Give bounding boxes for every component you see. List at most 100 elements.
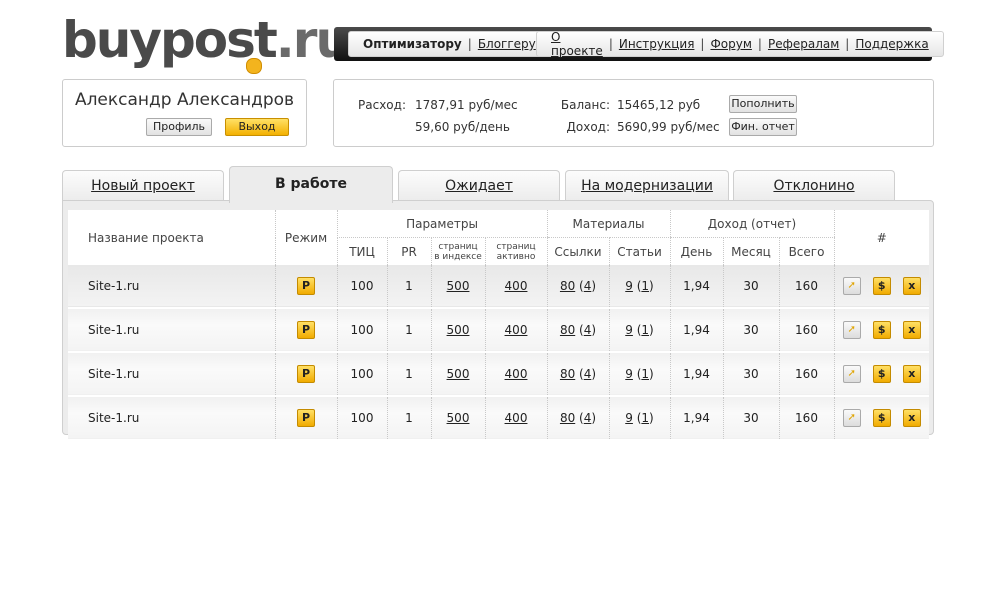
income-day-value: 1,94 [669, 308, 723, 352]
nav-separator: | [845, 37, 850, 51]
pages-active-link[interactable]: 400 [505, 323, 528, 337]
pages-indexed-link[interactable]: 500 [447, 279, 470, 293]
articles-link[interactable]: 9 [625, 411, 633, 425]
income-month-value: 30 [722, 308, 779, 352]
profile-button[interactable]: Профиль [146, 118, 212, 136]
articles-new-link[interactable]: 1 [641, 367, 649, 381]
mode-p-icon[interactable]: P [297, 321, 315, 339]
pages-active-link[interactable]: 400 [505, 279, 528, 293]
pages-indexed-link[interactable]: 500 [447, 367, 470, 381]
pages-indexed-link[interactable]: 500 [447, 411, 470, 425]
mode-p-icon[interactable]: P [297, 409, 315, 427]
nav-optimizer[interactable]: Оптимизатору [363, 37, 462, 51]
header-day: День [669, 237, 723, 265]
info-menu: О проекте | Инструкция | Форум | Реферал… [536, 30, 944, 58]
tab-label: Отклонино [773, 178, 855, 194]
close-icon[interactable]: x [902, 321, 921, 339]
links-link[interactable]: 80 [560, 323, 575, 337]
project-name[interactable]: Site-1.ru [68, 308, 275, 352]
user-name: Александр Александров [74, 90, 295, 110]
project-name[interactable]: Site-1.ru [68, 396, 275, 440]
table-row: Site-1.ru P 100 1 500 400 80 (4) 9 (1) 1… [68, 352, 929, 396]
dollar-icon[interactable]: $ [872, 277, 891, 295]
logo-text: buypost.ru [62, 11, 351, 69]
articles-new-link[interactable]: 1 [641, 411, 649, 425]
header-tic: ТИЦ [336, 237, 387, 265]
project-name[interactable]: Site-1.ru [68, 265, 275, 308]
links-new-link[interactable]: 4 [584, 411, 592, 425]
nav-support[interactable]: Поддержка [855, 37, 928, 51]
nav-forum[interactable]: Форум [710, 37, 751, 51]
cursor-icon[interactable]: ➚ [842, 365, 861, 383]
pages-indexed-value: 500 [430, 352, 485, 396]
nav-blogger[interactable]: Блоггеру [478, 37, 536, 51]
articles-value: 9 (1) [608, 265, 670, 308]
tab-new-project[interactable]: Новый проект [62, 170, 224, 201]
pr-value: 1 [386, 352, 431, 396]
cursor-icon[interactable]: ➚ [842, 321, 861, 339]
close-icon[interactable]: x [902, 277, 921, 295]
tab-pending[interactable]: Ожидает [398, 170, 560, 201]
pages-active-link[interactable]: 400 [505, 367, 528, 381]
articles-link[interactable]: 9 [625, 367, 633, 381]
articles-link[interactable]: 9 [625, 279, 633, 293]
links-link[interactable]: 80 [560, 367, 575, 381]
logout-button[interactable]: Выход [225, 118, 289, 136]
mode-p-icon[interactable]: P [297, 277, 315, 295]
expense-label: Расход: [358, 98, 406, 112]
tab-label: На модернизации [581, 178, 713, 194]
links-link[interactable]: 80 [560, 279, 575, 293]
links-link[interactable]: 80 [560, 411, 575, 425]
header-pr: PR [386, 237, 431, 265]
dollar-icon[interactable]: $ [872, 321, 891, 339]
nav-separator: | [700, 37, 705, 51]
dollar-icon[interactable]: $ [872, 409, 891, 427]
articles-link[interactable]: 9 [625, 323, 633, 337]
articles-value: 9 (1) [608, 396, 670, 440]
tab-label: Ожидает [445, 178, 513, 194]
income-month-value: 30 [722, 396, 779, 440]
project-name[interactable]: Site-1.ru [68, 352, 275, 396]
header-articles: Статьи [608, 237, 670, 265]
nav-about[interactable]: О проекте [551, 30, 603, 58]
pages-active-link[interactable]: 400 [505, 411, 528, 425]
mode-cell: P [274, 352, 337, 396]
actions-cell: ➚ $ x [833, 308, 929, 352]
tab-rejected[interactable]: Отклонино [733, 170, 895, 201]
financial-report-button[interactable]: Фин. отчет [729, 118, 797, 136]
balance-value: 15465,12 руб [617, 98, 701, 112]
close-icon[interactable]: x [902, 409, 921, 427]
header-pages-active: страниц активно [484, 237, 547, 265]
tic-value: 100 [336, 396, 387, 440]
header-params-group: Параметры [336, 210, 547, 238]
links-new-link[interactable]: 4 [584, 279, 592, 293]
site-logo[interactable]: buypost.ru [62, 11, 351, 74]
mode-p-icon[interactable]: P [297, 365, 315, 383]
tab-modernization[interactable]: На модернизации [565, 170, 729, 201]
topup-button[interactable]: Пополнить [729, 95, 797, 113]
pages-indexed-link[interactable]: 500 [447, 323, 470, 337]
cursor-icon[interactable]: ➚ [842, 277, 861, 295]
header-income-group: Доход (отчет) [669, 210, 834, 238]
nav-separator: | [757, 37, 762, 51]
actions-cell: ➚ $ x [833, 352, 929, 396]
user-panel: Александр Александров Профиль Выход [62, 79, 307, 147]
expense-day-value: 59,60 руб/день [415, 120, 510, 134]
nav-referrals[interactable]: Рефералам [768, 37, 839, 51]
links-new-link[interactable]: 4 [584, 323, 592, 337]
header-month: Месяц [722, 237, 779, 265]
tab-in-progress[interactable]: В работе [229, 166, 393, 203]
articles-new-link[interactable]: 1 [641, 323, 649, 337]
income-total-value: 160 [778, 396, 834, 440]
links-new-link[interactable]: 4 [584, 367, 592, 381]
header-pages-indexed: страниц в индексе [430, 237, 485, 265]
nav-separator: | [608, 37, 613, 51]
close-icon[interactable]: x [902, 365, 921, 383]
articles-new-link[interactable]: 1 [641, 279, 649, 293]
mode-cell: P [274, 308, 337, 352]
table-row: Site-1.ru P 100 1 500 400 80 (4) 9 (1) 1… [68, 265, 929, 308]
cursor-icon[interactable]: ➚ [842, 409, 861, 427]
dollar-icon[interactable]: $ [872, 365, 891, 383]
nav-instructions[interactable]: Инструкция [619, 37, 695, 51]
links-value: 80 (4) [546, 265, 609, 308]
